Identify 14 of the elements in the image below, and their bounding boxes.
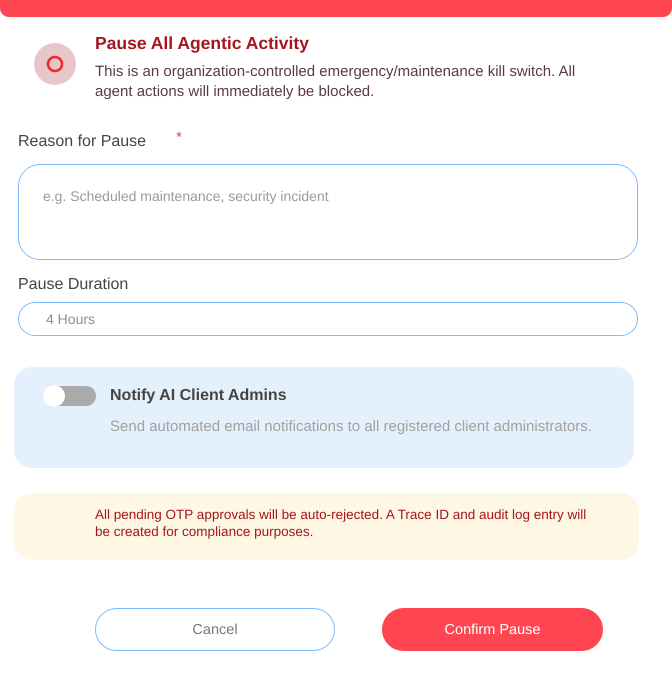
reason-field[interactable]: e.g. Scheduled maintenance, security incident bbox=[18, 164, 638, 260]
duration-label: Pause Duration bbox=[18, 275, 128, 295]
warning-text: All pending OTP approvals will be auto-rejected. A Trace ID and audit log entry will be created for compliance purposes. bbox=[95, 506, 588, 540]
confirm-button[interactable]: Confirm Pause bbox=[382, 608, 603, 651]
cancel-button[interactable]: Cancel bbox=[95, 608, 335, 651]
dialog-title: Pause All Agentic Activity bbox=[95, 33, 310, 53]
duration-field[interactable]: 4 Hours bbox=[18, 302, 638, 336]
dialog-description: This is an organization-controlled emergency/maintenance kill switch. All agent actions will immediately be blocked. bbox=[95, 62, 576, 102]
ring-icon bbox=[34, 43, 76, 85]
required-mark: * bbox=[176, 130, 182, 145]
toggle-switch[interactable] bbox=[43, 385, 96, 407]
notify-title: Notify AI Client Admins bbox=[110, 386, 287, 406]
notify-description: Send automated email notifications to all registered client administrators. bbox=[110, 417, 592, 437]
reason-label: Reason for Pause bbox=[18, 132, 146, 152]
